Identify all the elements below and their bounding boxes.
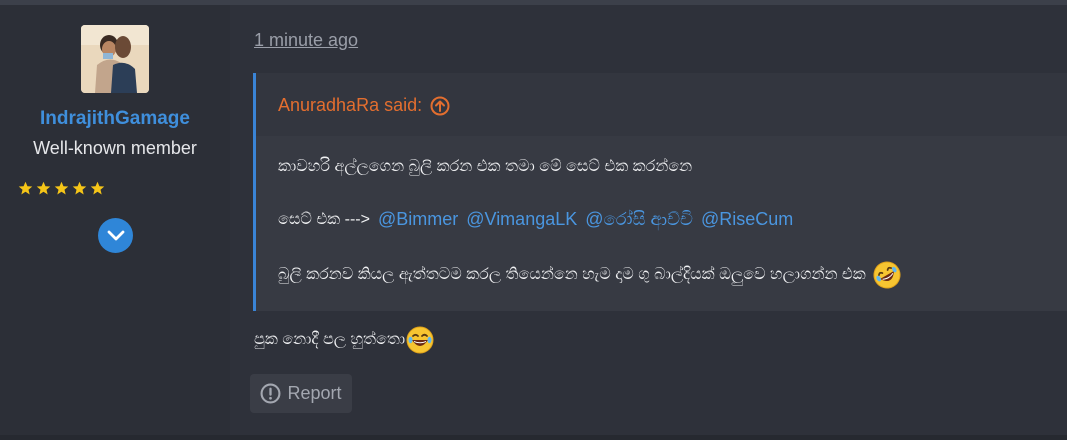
- report-button[interactable]: Report: [250, 374, 352, 413]
- star-icon: [36, 181, 51, 195]
- star-icon: [18, 181, 33, 195]
- avatar-image: [81, 25, 149, 93]
- arrow-up-circle-icon: [430, 96, 450, 115]
- mention-link[interactable]: @Bimmer: [378, 209, 458, 230]
- mention-link[interactable]: @VimangaLK: [466, 209, 577, 230]
- star-icon: [72, 181, 87, 195]
- star-icon: [54, 181, 69, 195]
- post-main: 1 minute ago AnuradhaRa said: කාවහරි අල්…: [230, 5, 1067, 440]
- username-link[interactable]: IndrajithGamage: [0, 108, 230, 130]
- forum-post: IndrajithGamage Well-known member 1 minu…: [0, 5, 1067, 440]
- quote-line-2: සෙට් එක ---> @Bimmer @VimangaLK @රෝසි ආච…: [278, 209, 793, 230]
- chevron-down-icon: [107, 230, 124, 240]
- alert-circle-icon: [261, 383, 281, 404]
- quote-line-3-text: බුලි කරනව කියල ඇත්තටම කරල තියෙන්නෙ හැම ද…: [278, 266, 866, 283]
- user-title: Well-known member: [33, 138, 197, 158]
- star-icon: [90, 181, 105, 195]
- quote-header: AnuradhaRa said:: [256, 73, 1067, 136]
- expand-user-info-button[interactable]: [98, 218, 133, 253]
- post-timestamp-link[interactable]: 1 minute ago: [254, 30, 358, 51]
- rofl-emoji-icon: [873, 261, 901, 289]
- quote-block: AnuradhaRa said: කාවහරි අල්ලගෙන බුලි කරන…: [253, 73, 1067, 311]
- post-message: පුක නොදී පල හුත්තො: [254, 325, 435, 355]
- quote-author-label: AnuradhaRa said:: [278, 95, 423, 115]
- quote-line-1: කාවහරි අල්ලගෙන බුලි කරන එක තමා මේ සෙට් එ…: [278, 158, 693, 175]
- bottom-divider: [0, 435, 1067, 440]
- rating-stars: [18, 181, 105, 196]
- mention-link[interactable]: @RiseCum: [701, 209, 793, 230]
- quote-author-link[interactable]: AnuradhaRa said:: [278, 95, 450, 116]
- author-sidebar: IndrajithGamage Well-known member: [0, 5, 230, 440]
- quote-line-2-prefix: සෙට් එක --->: [278, 210, 370, 228]
- laughing-emoji-icon: [406, 326, 434, 354]
- report-label: Report: [287, 383, 342, 403]
- avatar[interactable]: [81, 25, 149, 93]
- quote-line-3: බුලි කරනව කියල ඇත්තටම කරල තියෙන්නෙ හැම ද…: [278, 260, 902, 290]
- mention-link[interactable]: @රෝසි ආච්චි: [585, 209, 693, 230]
- reply-text: පුක නොදී පල හුත්තො: [254, 331, 406, 348]
